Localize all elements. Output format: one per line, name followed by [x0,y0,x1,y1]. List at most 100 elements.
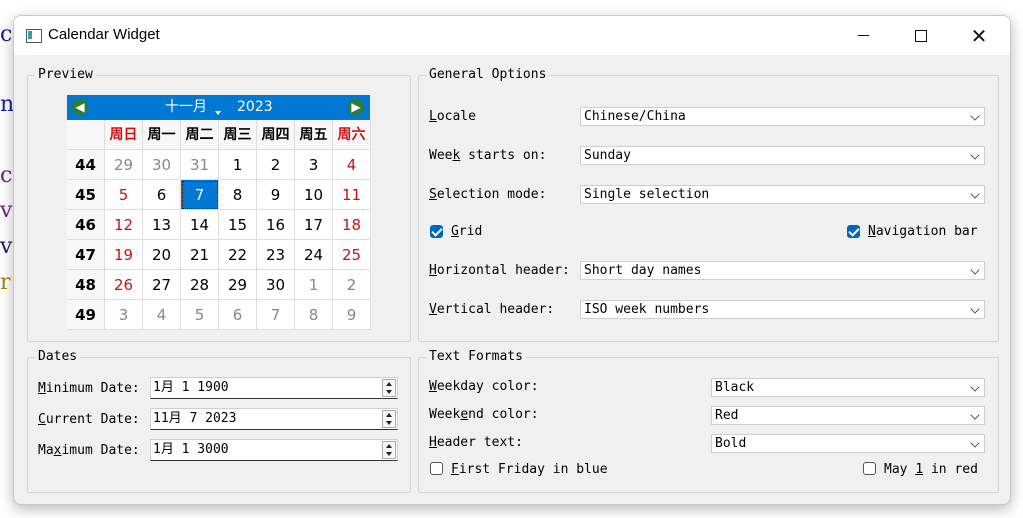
calendar-navigation-bar: ◀ 十一月 2023 ▶ [67,95,370,120]
minimum-date-spinbox[interactable]: 1月 1 1900 [150,377,398,399]
week-starts-value: Sunday [584,148,631,163]
calendar-day[interactable]: 2 [333,270,371,300]
vertical-header-combo[interactable]: ISO week numbers [580,300,985,319]
calendar-day[interactable]: 3 [105,300,143,330]
maximum-date-value: 1月 1 3000 [153,442,229,457]
calendar-day[interactable]: 17 [295,210,333,240]
grid-checkbox[interactable] [430,225,443,238]
calendar-day[interactable]: 9 [257,180,295,210]
calendar-day[interactable]: 31 [181,150,219,180]
horizontal-header-combo[interactable]: Short day names [580,261,985,280]
chevron-down-icon [970,111,980,121]
calendar-day[interactable]: 27 [143,270,181,300]
vertical-header-value: ISO week numbers [584,302,710,317]
spin-up-icon[interactable] [386,413,392,417]
calendar-day[interactable]: 5 [181,300,219,330]
chevron-down-icon [970,265,980,275]
calendar-month[interactable]: 十一月 [165,99,207,116]
calendar-day[interactable]: 4 [333,150,371,180]
close-button[interactable]: ✕ [950,16,1008,55]
calendar-day[interactable]: 29 [219,270,257,300]
calendar-day[interactable]: 3 [295,150,333,180]
calendar-day[interactable]: 9 [333,300,371,330]
calendar-day[interactable]: 15 [219,210,257,240]
calendar-day[interactable]: 10 [295,180,333,210]
calendar-day[interactable]: 13 [143,210,181,240]
may-first-label[interactable]: May 1 in red [884,461,978,479]
calendar-day[interactable]: 5 [105,180,143,210]
calendar-day[interactable]: 12 [105,210,143,240]
calendar[interactable]: ◀ 十一月 2023 ▶ 周日 周一 周二 周三 周四 周五 周六 44 29 30 31 1 2 3 4 4… [67,95,371,330]
week-number: 44 [67,150,105,180]
calendar-day[interactable]: 21 [181,240,219,270]
month-dropdown-icon[interactable] [215,111,221,115]
calendar-day[interactable]: 20 [143,240,181,270]
calendar-day[interactable]: 19 [105,240,143,270]
calendar-day[interactable]: 24 [295,240,333,270]
spin-up-icon[interactable] [386,382,392,386]
calendar-corner-cell [67,120,105,150]
week-number: 48 [67,270,105,300]
title-bar[interactable]: Calendar Widget ✕ [14,16,1010,55]
locale-combo[interactable]: Chinese/China [580,107,985,126]
calendar-day[interactable]: 28 [181,270,219,300]
weekend-color-value: Red [715,408,739,423]
next-month-icon[interactable]: ▶ [348,99,364,115]
minimize-button[interactable] [834,16,892,55]
background-fragment: c [0,22,13,47]
calendar-day[interactable]: 8 [295,300,333,330]
horizontal-header-label: Horizontal header: [429,263,570,278]
maximum-date-spinbox[interactable]: 1月 1 3000 [150,439,398,461]
spin-down-icon[interactable] [386,421,392,425]
calendar-day[interactable]: 14 [181,210,219,240]
chevron-down-icon [970,438,980,448]
calendar-day[interactable]: 11 [333,180,371,210]
calendar-year[interactable]: 2023 [237,99,273,116]
week-starts-combo[interactable]: Sunday [580,146,985,165]
weekday-color-combo[interactable]: Black [711,378,985,397]
calendar-day[interactable]: 26 [105,270,143,300]
may-first-checkbox[interactable] [863,462,876,475]
first-friday-checkbox[interactable] [430,462,443,475]
calendar-day[interactable]: 16 [257,210,295,240]
current-date-spinbox[interactable]: 11月 7 2023 [150,408,398,430]
grid-label[interactable]: Grid [451,223,482,241]
calendar-day[interactable]: 2 [257,150,295,180]
calendar-day[interactable]: 23 [257,240,295,270]
first-friday-label[interactable]: First Friday in blue [451,461,608,479]
spin-buttons[interactable] [382,379,396,397]
calendar-day[interactable]: 7 [181,180,219,210]
calendar-day[interactable]: 30 [143,150,181,180]
weekday-header: 周四 [257,120,295,150]
navigation-bar-label[interactable]: Navigation bar [868,223,978,241]
chevron-down-icon [970,304,980,314]
prev-month-icon[interactable]: ◀ [72,99,88,115]
maximize-button[interactable] [892,16,950,55]
calendar-day[interactable]: 30 [257,270,295,300]
chevron-down-icon [970,189,980,199]
spin-buttons[interactable] [382,410,396,428]
spin-up-icon[interactable] [386,444,392,448]
calendar-day[interactable]: 1 [295,270,333,300]
week-number: 47 [67,240,105,270]
weekend-color-combo[interactable]: Red [711,406,985,425]
calendar-day[interactable]: 29 [105,150,143,180]
calendar-day[interactable]: 25 [333,240,371,270]
navigation-bar-checkbox[interactable] [847,225,860,238]
selection-mode-combo[interactable]: Single selection [580,185,985,204]
spin-down-icon[interactable] [386,452,392,456]
spin-buttons[interactable] [382,441,396,459]
header-text-combo[interactable]: Bold [711,434,985,453]
calendar-day[interactable]: 6 [143,180,181,210]
background-fragment: r [0,270,11,295]
selection-mode-value: Single selection [584,187,710,202]
calendar-day[interactable]: 22 [219,240,257,270]
calendar-day[interactable]: 4 [143,300,181,330]
text-formats-title: Text Formats [426,349,526,365]
calendar-day[interactable]: 7 [257,300,295,330]
spin-down-icon[interactable] [386,390,392,394]
calendar-day[interactable]: 18 [333,210,371,240]
calendar-day[interactable]: 1 [219,150,257,180]
calendar-day[interactable]: 6 [219,300,257,330]
calendar-day[interactable]: 8 [219,180,257,210]
